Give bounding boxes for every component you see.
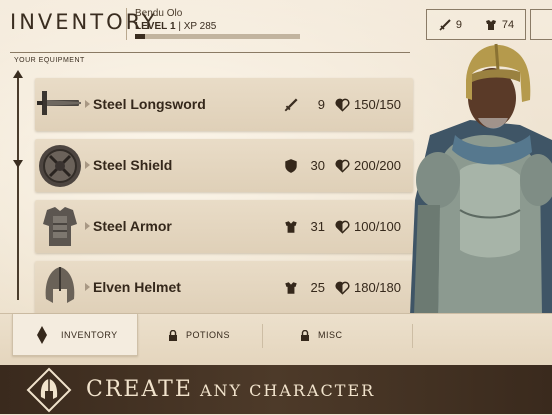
item-stat-value: 31 bbox=[310, 219, 325, 234]
equipment-item-helmet[interactable]: Elven Helmet 25 180/180 bbox=[35, 261, 413, 314]
xp-label: | XP 285 bbox=[178, 21, 217, 32]
half-heart-icon bbox=[335, 159, 350, 173]
tab-divider bbox=[412, 324, 413, 348]
shield-icon bbox=[285, 158, 297, 173]
armor-stat: 74 bbox=[484, 18, 514, 32]
level-value: 1 bbox=[170, 21, 176, 32]
sword-icon bbox=[439, 18, 451, 31]
tab-potions[interactable]: POTIONS bbox=[168, 314, 258, 356]
item-separator-icon bbox=[85, 100, 90, 108]
attack-value: 9 bbox=[455, 18, 463, 31]
item-durability-value: 150/150 bbox=[354, 97, 401, 112]
item-name: Steel Longsword bbox=[93, 96, 206, 112]
item-stat: 25 bbox=[283, 261, 325, 314]
item-durability: 150/150 bbox=[335, 78, 401, 131]
item-name: Elven Helmet bbox=[93, 279, 181, 295]
tab-label: MISC bbox=[318, 330, 343, 340]
menu-button[interactable] bbox=[530, 9, 552, 40]
level-label: LEVEL bbox=[135, 21, 168, 32]
item-durability: 180/180 bbox=[335, 261, 401, 314]
banner-text-big: CREATE bbox=[86, 377, 193, 402]
xp-progress-bar bbox=[135, 34, 300, 39]
item-durability-value: 180/180 bbox=[354, 280, 401, 295]
stats-panel[interactable]: 9 74 bbox=[426, 9, 526, 40]
item-name: Steel Shield bbox=[93, 157, 173, 173]
item-durability-value: 100/100 bbox=[354, 219, 401, 234]
item-durability: 200/200 bbox=[335, 139, 401, 192]
armor-icon bbox=[285, 220, 297, 233]
character-level: LEVEL 1 | XP 285 bbox=[135, 21, 216, 32]
scroll-track[interactable] bbox=[17, 74, 19, 300]
item-separator-icon bbox=[85, 222, 90, 230]
lock-icon bbox=[301, 329, 309, 341]
banner-text-small: ANY CHARACTER bbox=[199, 381, 376, 400]
diamond-icon bbox=[37, 325, 47, 344]
item-stat-value: 30 bbox=[310, 158, 325, 173]
equipment-section-label: YOUR EQUIPMENT bbox=[14, 57, 85, 64]
item-stat: 9 bbox=[283, 78, 325, 131]
shield-item-icon bbox=[39, 145, 81, 187]
item-stat-value: 25 bbox=[310, 280, 325, 295]
helmet-item-icon bbox=[45, 267, 75, 303]
header-divider bbox=[126, 8, 127, 40]
header-underline bbox=[10, 52, 410, 53]
item-stat-value: 9 bbox=[317, 97, 325, 112]
armor-item-icon bbox=[43, 207, 77, 246]
item-name: Steel Armor bbox=[93, 218, 172, 234]
sword-icon bbox=[284, 97, 298, 111]
equipment-item-armor[interactable]: Steel Armor 31 100/100 bbox=[35, 200, 413, 253]
scroll-up-arrow-icon[interactable] bbox=[13, 70, 23, 78]
half-heart-icon bbox=[335, 98, 350, 112]
longsword-icon bbox=[37, 91, 81, 115]
xp-progress-fill bbox=[135, 34, 145, 39]
tab-inventory[interactable]: INVENTORY bbox=[12, 314, 138, 356]
tab-misc[interactable]: MISC bbox=[300, 314, 390, 356]
item-durability-value: 200/200 bbox=[354, 158, 401, 173]
item-separator-icon bbox=[85, 161, 90, 169]
item-stat: 31 bbox=[283, 200, 325, 253]
armor-value: 74 bbox=[501, 18, 515, 31]
item-separator-icon bbox=[85, 283, 90, 291]
character-portrait bbox=[410, 43, 552, 315]
attack-stat: 9 bbox=[438, 18, 462, 32]
armor-icon bbox=[485, 19, 496, 30]
armor-icon bbox=[285, 281, 297, 294]
helmet-emblem-icon bbox=[26, 367, 72, 413]
scroll-down-arrow-icon[interactable] bbox=[13, 160, 23, 168]
equipment-item-longsword[interactable]: Steel Longsword 9 150/150 bbox=[35, 78, 413, 131]
tab-label: INVENTORY bbox=[61, 329, 118, 340]
equipment-item-shield[interactable]: Steel Shield 30 200/200 bbox=[35, 139, 413, 192]
item-durability: 100/100 bbox=[335, 200, 401, 253]
half-heart-icon bbox=[335, 220, 350, 234]
character-name: Bendu Olo bbox=[135, 8, 183, 19]
tab-label: POTIONS bbox=[186, 330, 231, 340]
category-tabs: INVENTORY POTIONS MISC bbox=[0, 313, 552, 366]
promo-banner: CREATE ANY CHARACTER bbox=[0, 365, 552, 414]
lock-icon bbox=[169, 329, 177, 341]
tab-divider bbox=[262, 324, 263, 348]
item-stat: 30 bbox=[283, 139, 325, 192]
banner-text: CREATE ANY CHARACTER bbox=[86, 365, 375, 415]
half-heart-icon bbox=[335, 281, 350, 295]
